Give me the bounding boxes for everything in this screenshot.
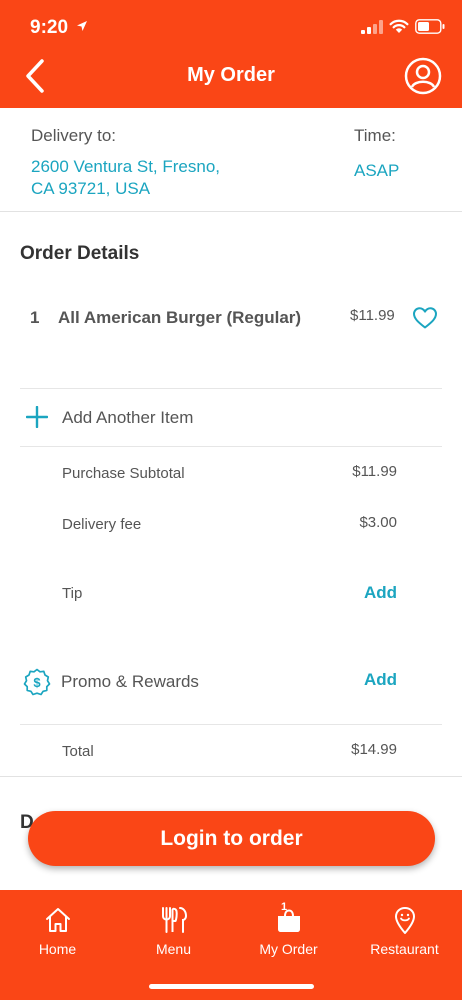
home-indicator	[149, 984, 314, 989]
nav-bar: My Order	[0, 52, 462, 108]
delivery-address[interactable]: 2600 Ventura St, Fresno, CA 93721, USA	[31, 156, 291, 200]
add-promo-button[interactable]: Add	[364, 670, 397, 690]
section-divider	[0, 776, 462, 777]
location-pin-icon	[395, 907, 415, 934]
page-title: My Order	[187, 64, 275, 86]
plus-icon	[26, 406, 48, 428]
tab-my-order[interactable]: 1 My Order	[231, 890, 346, 970]
address-line-1: 2600 Ventura St, Fresno,	[31, 157, 221, 176]
battery-icon	[415, 19, 445, 34]
signal-icon	[361, 20, 383, 34]
promo-rewards-label: Promo & Rewards	[61, 672, 199, 691]
subtotal-value: $11.99	[352, 463, 397, 480]
divider	[20, 388, 442, 389]
total-label: Total	[62, 743, 94, 760]
add-tip-button[interactable]: Add	[364, 583, 397, 603]
svg-text:$: $	[33, 675, 41, 690]
add-another-item-button[interactable]: Add Another Item	[0, 390, 462, 446]
address-line-2: CA 93721, USA	[31, 179, 151, 198]
heart-icon[interactable]	[412, 306, 438, 330]
order-count-badge: 1	[281, 901, 288, 913]
home-icon	[46, 908, 70, 932]
item-name: All American Burger (Regular)	[58, 308, 302, 327]
item-price: $11.99	[350, 307, 395, 324]
tab-menu[interactable]: Menu	[116, 890, 231, 970]
dollar-badge-icon: $	[23, 668, 51, 696]
bag-icon	[278, 909, 300, 932]
tip-label: Tip	[62, 585, 83, 602]
order-item-row[interactable]: 1 All American Burger (Regular) $11.99	[0, 300, 462, 340]
divider	[20, 724, 442, 725]
delivery-label: Delivery to:	[31, 126, 117, 145]
order-details-title: Order Details	[20, 243, 140, 264]
delivery-section: Delivery to: 2600 Ventura St, Fresno, CA…	[0, 108, 462, 212]
time-label: Time:	[354, 126, 396, 145]
header: 9:20 My Order	[0, 0, 462, 108]
total-value: $14.99	[351, 741, 397, 758]
divider	[20, 446, 442, 447]
tab-label: Restaurant	[370, 941, 439, 957]
item-quantity: 1	[30, 308, 40, 327]
add-item-label: Add Another Item	[62, 408, 194, 427]
status-time: 9:20	[30, 17, 69, 38]
utensils-icon	[162, 907, 188, 933]
login-to-order-button[interactable]: Login to order	[28, 811, 435, 866]
tab-label: Home	[38, 941, 77, 957]
tab-home[interactable]: Home	[0, 890, 115, 970]
wifi-icon	[389, 19, 409, 33]
user-profile-icon[interactable]	[404, 57, 442, 95]
status-bar: 9:20	[0, 0, 462, 52]
location-arrow-icon	[77, 21, 87, 31]
delivery-fee-value: $3.00	[359, 514, 397, 531]
tab-label: Menu	[155, 941, 192, 957]
time-value[interactable]: ASAP	[354, 161, 399, 181]
subtotal-label: Purchase Subtotal	[62, 465, 185, 482]
tab-bar: Home Menu 1 My Order Restaurant	[0, 890, 462, 1000]
tab-label: My Order	[259, 941, 318, 957]
tab-restaurant[interactable]: Restaurant	[347, 890, 462, 970]
delivery-fee-label: Delivery fee	[62, 516, 142, 533]
